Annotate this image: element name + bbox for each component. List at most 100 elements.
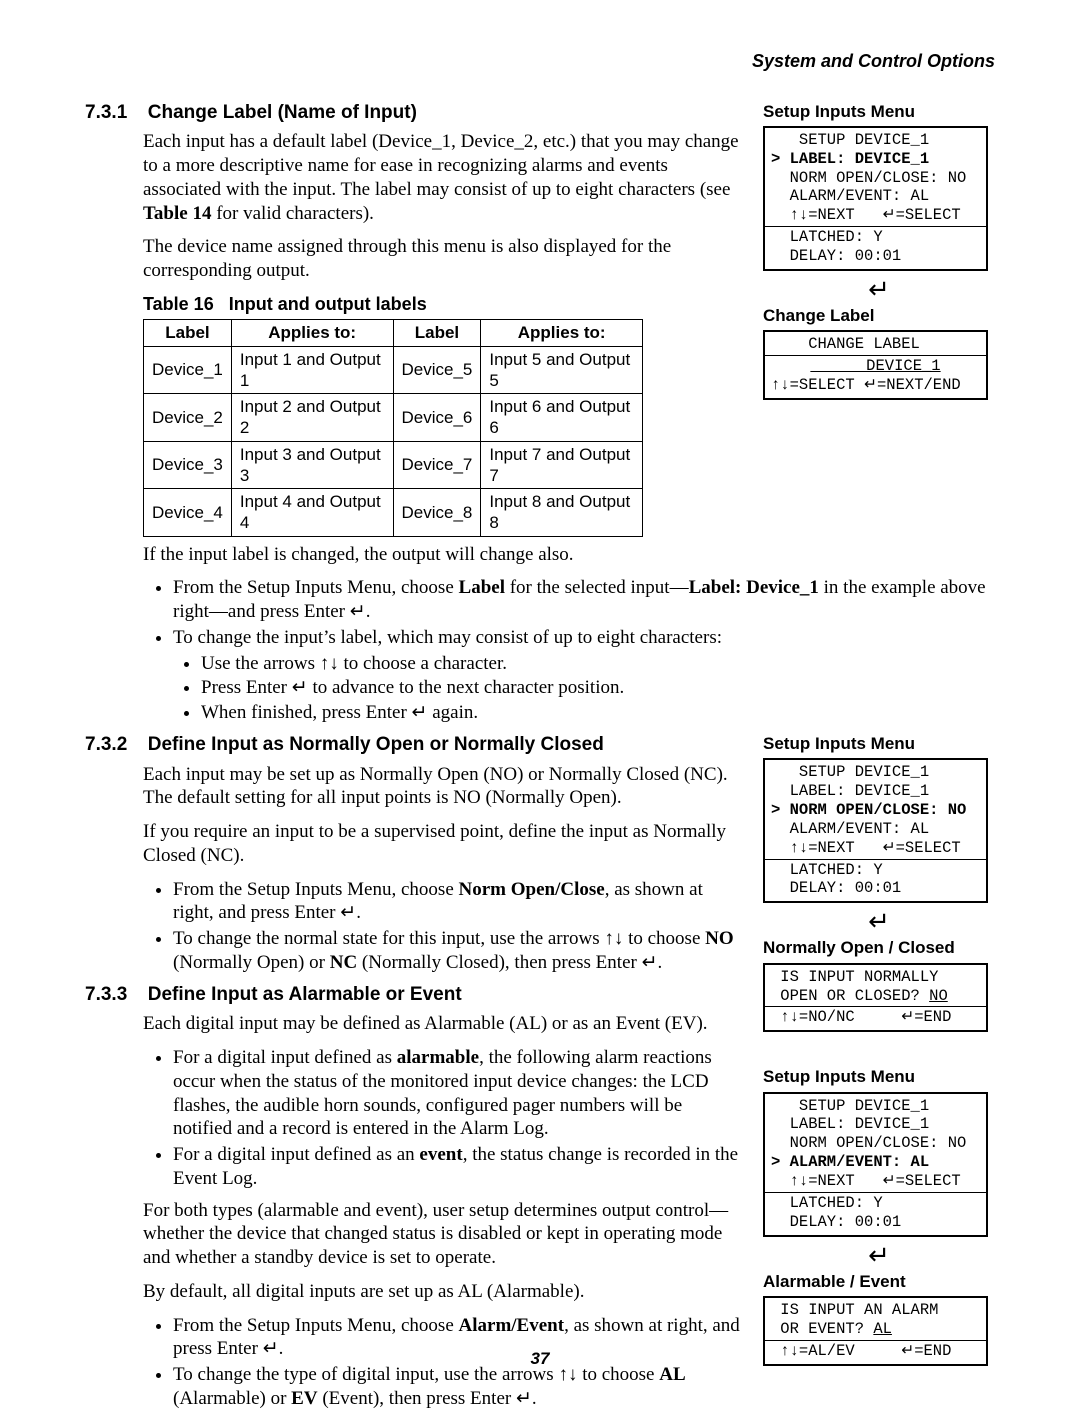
cell: Input 3 and Output 3 <box>231 441 393 489</box>
lcd-line: SETUP DEVICE_1 <box>765 128 986 150</box>
running-header: System and Control Options <box>85 50 995 73</box>
lcd-line: DELAY: 00:01 <box>765 247 986 269</box>
lcd-line: ALARM/EVENT: AL <box>765 187 986 206</box>
list-item: For a digital input defined as alarmable… <box>173 1046 745 1141</box>
table-title: Input and output labels <box>229 294 427 314</box>
bold: EV <box>291 1388 317 1409</box>
lcd-732-setup: SETUP DEVICE_1 LABEL: DEVICE_1 > NORM OP… <box>763 758 988 903</box>
text: OR EVENT? <box>771 1320 873 1338</box>
section-733-title: Define Input as Alarmable or Event <box>148 984 462 1005</box>
enter-icon: ↵ <box>516 1387 532 1409</box>
section-733-heading: 7.3.3 Define Input as Alarmable or Event <box>85 983 745 1007</box>
cell: Input 2 and Output 2 <box>231 394 393 442</box>
col-header: Label <box>393 320 481 346</box>
text: for valid characters). <box>211 203 373 224</box>
sec-731-p3: If the input label is changed, the outpu… <box>143 543 995 567</box>
text: . <box>658 952 663 973</box>
cell: Input 8 and Output 8 <box>481 489 643 537</box>
text: For a digital input defined as an <box>173 1144 419 1165</box>
text: For a digital input defined as <box>173 1047 397 1068</box>
text: To change the normal state for this inpu… <box>173 928 604 949</box>
list-item: Use the arrows ↑↓ to choose a character. <box>201 652 995 676</box>
lcd-line: DELAY: 00:01 <box>765 879 986 901</box>
cell: Device_7 <box>393 441 481 489</box>
table-number: Table 16 <box>143 294 214 314</box>
table-row: Device_2Input 2 and Output 2Device_6Inpu… <box>144 394 643 442</box>
cell: Input 1 and Output 1 <box>231 346 393 394</box>
lcd-line: OR EVENT? AL <box>765 1320 986 1339</box>
section-731-heading: 7.3.1 Change Label (Name of Input) <box>85 101 745 125</box>
enter-icon: ↵ <box>292 676 308 698</box>
list-item: To change the normal state for this inpu… <box>173 927 745 975</box>
table-16: Label Applies to: Label Applies to: Devi… <box>143 319 643 536</box>
cell: Input 4 and Output 4 <box>231 489 393 537</box>
lcd-731-change-title: Change Label <box>763 305 995 326</box>
text: Use the arrows <box>201 653 320 674</box>
cell: Device_2 <box>144 394 232 442</box>
value: NO <box>929 987 948 1005</box>
list-item: To change the type of digital input, use… <box>173 1363 745 1411</box>
text: (Normally Closed), then press Enter <box>357 952 641 973</box>
sec-733-p1: Each digital input may be defined as Ala… <box>143 1012 745 1036</box>
enter-icon: ↵ <box>350 600 366 622</box>
col-header: Applies to: <box>481 320 643 346</box>
lcd-line: DELAY: 00:01 <box>765 1213 986 1235</box>
col-header: Applies to: <box>231 320 393 346</box>
text: Each input has a default label (Device_1… <box>143 131 739 200</box>
lcd-line: LATCHED: Y <box>765 1194 986 1213</box>
list-item: From the Setup Inputs Menu, choose Norm … <box>173 878 745 926</box>
bold: event <box>419 1144 462 1165</box>
lcd-line: ↑↓=NEXT ↵=SELECT <box>765 839 986 858</box>
lcd-line: IS INPUT AN ALARM <box>765 1298 986 1320</box>
updown-icon: ↑↓ <box>320 653 339 674</box>
list-item: When finished, press Enter ↵ again. <box>201 701 995 725</box>
lcd-line: LATCHED: Y <box>765 861 986 880</box>
lcd-line: LABEL: DEVICE_1 <box>765 782 986 801</box>
lcd-line: ↑↓=NO/NC ↵=END <box>765 1008 986 1030</box>
lcd-731-setup: SETUP DEVICE_1 > LABEL: DEVICE_1 NORM OP… <box>763 126 988 271</box>
lcd-line: LATCHED: Y <box>765 228 986 247</box>
sec-731-p2: The device name assigned through this me… <box>143 235 745 283</box>
sec-731-p1: Each input has a default label (Device_1… <box>143 130 745 225</box>
lcd-732-noc: IS INPUT NORMALLY OPEN OR CLOSED? NO ↑↓=… <box>763 963 988 1033</box>
lcd-line: ↑↓=NEXT ↵=SELECT <box>765 1172 986 1191</box>
lcd-line-selected: > ALARM/EVENT: AL <box>765 1153 986 1172</box>
enter-arrow-icon: ↵ <box>763 1243 995 1269</box>
sec-733-bullets-top: For a digital input defined as alarmable… <box>143 1046 745 1191</box>
sec-733-p3: By default, all digital inputs are set u… <box>143 1280 745 1304</box>
text: . <box>532 1388 537 1409</box>
enter-icon: ↵ <box>340 901 356 923</box>
bold: Label: Device_1 <box>689 577 819 598</box>
cell: Input 7 and Output 7 <box>481 441 643 489</box>
lcd-line: SETUP DEVICE_1 <box>765 760 986 782</box>
cell: Device_1 <box>144 346 232 394</box>
bold: NO <box>705 928 734 949</box>
enter-arrow-icon: ↵ <box>763 277 995 303</box>
sec-731-bullets: From the Setup Inputs Menu, choose Label… <box>143 576 995 725</box>
lcd-line: OPEN OR CLOSED? NO <box>765 987 986 1006</box>
enter-icon: ↵ <box>412 701 428 723</box>
text: . <box>356 902 361 923</box>
table-row: Device_3Input 3 and Output 3Device_7Inpu… <box>144 441 643 489</box>
table-header-row: Label Applies to: Label Applies to: <box>144 320 643 346</box>
cell: Input 5 and Output 5 <box>481 346 643 394</box>
lcd-732-noc-title: Normally Open / Closed <box>763 937 995 958</box>
cell: Device_8 <box>393 489 481 537</box>
section-732-title: Define Input as Normally Open or Normall… <box>148 734 604 755</box>
section-731-title: Change Label (Name of Input) <box>148 102 417 123</box>
enter-arrow-icon: ↵ <box>763 909 995 935</box>
cell: Device_5 <box>393 346 481 394</box>
inner-list: Use the arrows ↑↓ to choose a character.… <box>173 652 995 725</box>
cell: Device_6 <box>393 394 481 442</box>
text: (Event), then press Enter <box>318 1388 516 1409</box>
lcd-733-setup-title: Setup Inputs Menu <box>763 1066 995 1087</box>
lcd-line: ALARM/EVENT: AL <box>765 820 986 839</box>
text: . <box>366 601 371 622</box>
text: When finished, press Enter <box>201 702 412 723</box>
text: To change the input’s label, which may c… <box>173 627 722 648</box>
list-item: To change the input’s label, which may c… <box>173 626 995 725</box>
section-733-number: 7.3.3 <box>85 983 143 1007</box>
page-number: 37 <box>0 1348 1080 1369</box>
bold: NC <box>330 952 357 973</box>
bold: Norm Open/Close <box>459 879 605 900</box>
